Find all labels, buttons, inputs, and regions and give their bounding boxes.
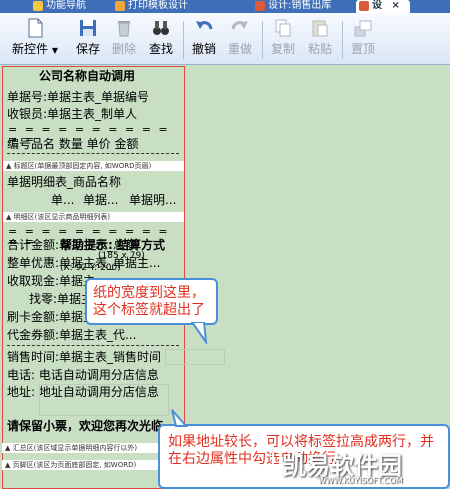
detail-amount-field[interactable]: 单据明...	[129, 193, 176, 208]
tab-function-nav[interactable]: 功能导航	[30, 0, 86, 13]
undo-icon	[193, 17, 215, 39]
detail-qty-field[interactable]: 单...	[51, 193, 74, 208]
close-icon[interactable]: ×	[391, 0, 399, 11]
paste-button[interactable]: 粘贴	[302, 17, 338, 63]
tab-label: 打印模板设计	[128, 0, 188, 11]
new-document-icon	[24, 17, 46, 39]
design-icon	[359, 1, 369, 11]
binoculars-icon	[150, 17, 172, 39]
paste-icon	[309, 17, 331, 39]
discount-label: 整单优惠:	[7, 256, 60, 270]
callout-text: 纸的宽度到这里，这个标签就超出了	[93, 285, 205, 318]
voucher-amount-value: 单据主表_代...	[59, 328, 137, 342]
pencil-icon	[115, 1, 125, 11]
document-number-field[interactable]: 单据号:单据主表_单据编号	[7, 90, 149, 105]
watermark-url: WWW.KUYISOFT.COM	[318, 476, 403, 485]
bring-to-top-icon	[352, 17, 374, 39]
cashier-field[interactable]: 收银员:单据主表_制单人	[7, 107, 137, 122]
paste-label: 粘贴	[307, 42, 332, 56]
position-readout: (X: 92 Y: 200)	[60, 263, 121, 273]
detail-section-bar[interactable]: ▲ 明细区(该区显示商品明细列表)	[3, 212, 184, 222]
detail-price-field[interactable]: 单据...	[83, 193, 118, 208]
tab-label: 设计:销售出库	[268, 0, 332, 11]
footer-message-field[interactable]: 请保留小票，欢迎您再次光临	[7, 419, 163, 434]
voucher-amount-row[interactable]: 代金券额:单据主表_代...	[7, 328, 137, 343]
save-button[interactable]: 保存	[70, 17, 106, 63]
nav-icon	[33, 1, 43, 11]
callout-tail	[171, 409, 189, 427]
field-outline	[165, 349, 225, 365]
address-field-outline	[39, 384, 169, 416]
header-section-bar[interactable]: ▲ 标题区(单据最顶部固定内容, 如WORD页眉)	[3, 161, 184, 171]
phone-field[interactable]: 电话: 电话自动调用分店信息	[7, 368, 159, 383]
company-name-field[interactable]: 公司名称自动调用	[39, 69, 135, 84]
tab-label: 功能导航	[46, 0, 86, 11]
undo-label: 撤销	[191, 42, 216, 56]
redo-button[interactable]: 重做	[222, 17, 258, 63]
bring-to-top-button[interactable]: 置顶	[345, 17, 381, 63]
card-amount-label: 刷卡金额:	[7, 310, 60, 324]
change-label: 找零:	[29, 292, 58, 306]
sale-time-field[interactable]: 销售时间:单据主表_销售时间	[7, 350, 161, 365]
find-label: 查找	[148, 42, 173, 56]
save-icon	[77, 17, 99, 39]
bring-to-top-label: 置顶	[350, 42, 375, 56]
toolbar-separator	[183, 21, 184, 59]
detail-product-name-field[interactable]: 单据明细表_商品名称	[7, 175, 121, 190]
dotted-separator	[7, 153, 179, 154]
dotted-separator	[7, 345, 179, 346]
redo-label: 重做	[227, 42, 252, 56]
column-header-row[interactable]: 编号品名 数量 单价 金额	[7, 137, 138, 152]
copy-label: 复制	[270, 42, 295, 56]
callout-tail	[190, 322, 208, 344]
save-label: 保存	[75, 42, 100, 56]
delete-icon	[113, 17, 135, 39]
dropdown-arrow-icon[interactable]: ▼	[52, 46, 58, 55]
paper-width-callout: 纸的宽度到这里，这个标签就超出了	[85, 278, 218, 325]
document-tab-bar: 功能导航 打印模板设计 设计:销售出库 设 ×	[0, 0, 450, 13]
find-button[interactable]: 查找	[143, 17, 179, 63]
copy-icon	[272, 17, 294, 39]
new-control-label: 新控件	[12, 42, 49, 56]
tab-label: 设	[372, 0, 382, 11]
toolbar-separator	[342, 21, 343, 59]
undo-button[interactable]: 撤销	[186, 17, 222, 63]
total-amount-label: 合计金额:	[7, 238, 60, 252]
voucher-amount-label: 代金券额:	[7, 328, 60, 342]
cash-received-label: 收取现金:	[7, 274, 60, 288]
tab-design-active[interactable]: 设 ×	[356, 0, 410, 13]
toolbar: 新控件 ▼ 保存 删除 查找 撤销 重做 复制 粘贴 置顶	[0, 13, 450, 65]
design-icon	[255, 1, 265, 11]
tab-design-sales-out[interactable]: 设计:销售出库	[252, 0, 331, 13]
delete-label: 删除	[111, 42, 136, 56]
size-readout: (185 x 79)	[98, 251, 145, 261]
toolbar-separator	[262, 21, 263, 59]
tab-print-template-design[interactable]: 打印模板设计	[112, 0, 188, 13]
redo-icon	[229, 17, 251, 39]
new-control-button[interactable]: 新控件 ▼	[6, 17, 64, 63]
delete-button[interactable]: 删除	[106, 17, 142, 63]
copy-button[interactable]: 复制	[265, 17, 301, 63]
